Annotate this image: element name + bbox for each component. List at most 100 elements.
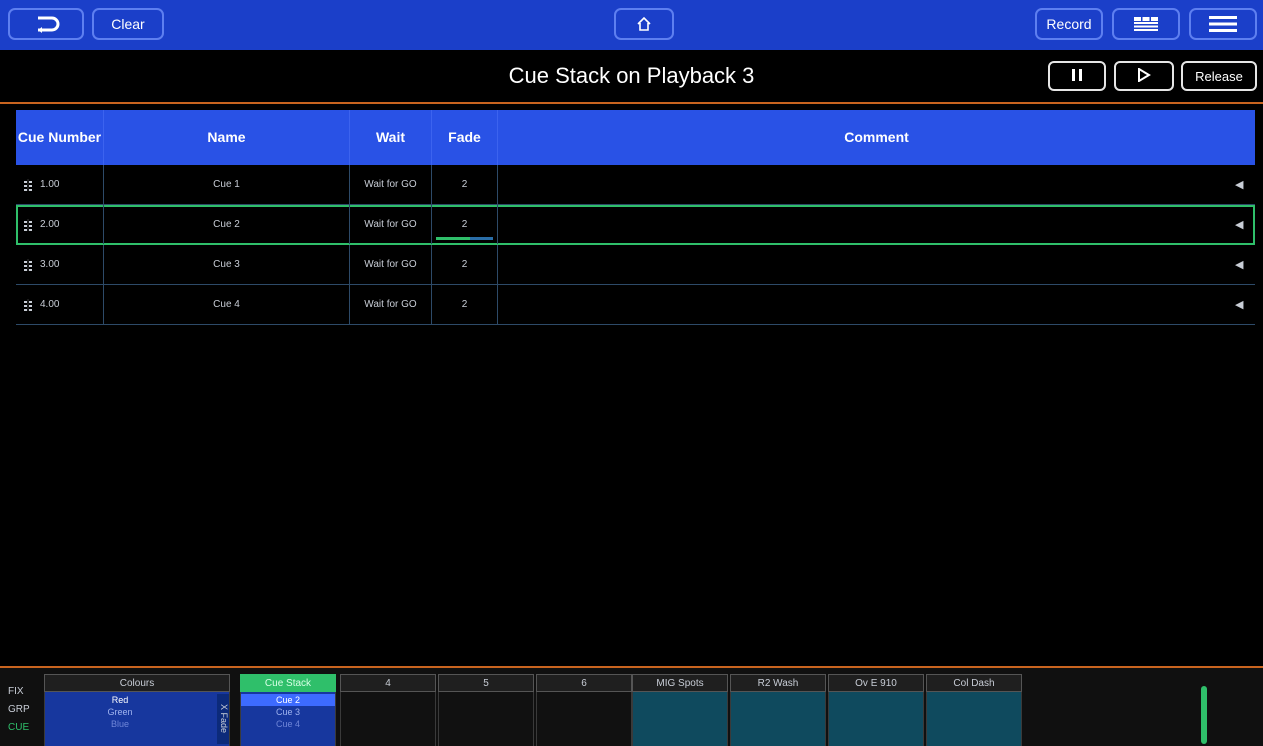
cue-comment-cell[interactable] — [498, 245, 1255, 284]
playback-body[interactable] — [340, 692, 436, 746]
cue-number-cell[interactable]: 3.00 — [16, 245, 104, 284]
cue-number-cell[interactable]: 4.00 — [16, 285, 104, 324]
header-comment[interactable]: Comment — [498, 110, 1255, 165]
grp-label[interactable]: GRP — [8, 704, 30, 715]
cue-number: 4.00 — [40, 299, 60, 310]
table-header: Cue Number Name Wait Fade Comment — [16, 110, 1255, 165]
header-wait[interactable]: Wait — [350, 110, 432, 165]
top-toolbar: Clear Record — [0, 0, 1263, 50]
playback-label: MIG Spots — [632, 674, 728, 692]
home-button[interactable] — [614, 8, 674, 40]
playback-label: R2 Wash — [730, 674, 826, 692]
cue-fade-cell[interactable]: 2 — [432, 285, 498, 324]
cue-number: 1.00 — [40, 179, 60, 190]
speaker-icon[interactable]: ◀︎ — [1235, 298, 1247, 311]
fix-label[interactable]: FIX — [8, 686, 24, 697]
playback-col-dash[interactable]: Col Dash — [926, 674, 1022, 746]
playback-mig-spots[interactable]: MIG Spots — [632, 674, 728, 746]
cue-number-cell[interactable]: 2.00 — [16, 205, 104, 244]
cue-wait-cell[interactable]: Wait for GO — [350, 245, 432, 284]
title-bar: Cue Stack on Playback 3 Release — [0, 50, 1263, 104]
cue-fade-cell[interactable]: 2 — [432, 205, 498, 244]
table-row[interactable]: 3.00 Cue 3 Wait for GO 2 ◀︎ — [16, 245, 1255, 285]
record-label: Record — [1046, 16, 1092, 32]
playback-label: 5 — [438, 674, 534, 692]
hamburger-icon — [1209, 15, 1237, 33]
cue-number: 3.00 — [40, 259, 60, 270]
cue-name-cell[interactable]: Cue 1 — [104, 165, 350, 204]
cue-number-cell[interactable]: 1.00 — [16, 165, 104, 204]
xfade-label[interactable]: X Fade — [217, 694, 229, 744]
playback-item[interactable]: Cue 4 — [241, 718, 335, 730]
cue-label[interactable]: CUE — [8, 722, 29, 733]
playback-list[interactable]: Red Green Blue X Fade — [44, 692, 230, 746]
playback-item[interactable]: Green — [45, 706, 195, 718]
playback-label: 4 — [340, 674, 436, 692]
cue-table: Cue Number Name Wait Fade Comment 1.00 C… — [16, 110, 1255, 325]
speaker-icon[interactable]: ◀︎ — [1235, 218, 1247, 231]
playback-5[interactable]: 5 — [438, 674, 534, 746]
speaker-icon[interactable]: ◀︎ — [1235, 178, 1247, 191]
playback-body[interactable] — [828, 692, 924, 746]
cue-wait-cell[interactable]: Wait for GO — [350, 205, 432, 244]
playback-body[interactable] — [730, 692, 826, 746]
cue-comment-cell[interactable] — [498, 285, 1255, 324]
play-icon — [1137, 66, 1151, 85]
playback-colours[interactable]: Colours Red Green Blue X Fade — [44, 674, 230, 746]
drag-handle-icon[interactable] — [24, 298, 32, 311]
playback-item[interactable]: Red — [45, 694, 195, 706]
menu-button[interactable] — [1189, 8, 1257, 40]
playback-body[interactable] — [438, 692, 534, 746]
clear-label: Clear — [111, 16, 145, 32]
cue-wait-cell[interactable]: Wait for GO — [350, 285, 432, 324]
back-button[interactable] — [8, 8, 84, 40]
header-fade[interactable]: Fade — [432, 110, 498, 165]
playback-r2-wash[interactable]: R2 Wash — [730, 674, 826, 746]
cue-name-cell[interactable]: Cue 3 — [104, 245, 350, 284]
playback-label: Ov E 910 — [828, 674, 924, 692]
playback-label: Cue Stack — [240, 674, 336, 692]
layout-icon — [1133, 16, 1159, 32]
table-row[interactable]: 1.00 Cue 1 Wait for GO 2 ◀︎ — [16, 165, 1255, 205]
playback-label: Colours — [44, 674, 230, 692]
playback-item[interactable]: Cue 2 — [241, 694, 335, 706]
playback-body[interactable] — [632, 692, 728, 746]
header-name[interactable]: Name — [104, 110, 350, 165]
table-row-selected[interactable]: 2.00 Cue 2 Wait for GO 2 ◀︎ — [16, 205, 1255, 245]
cue-fade-cell[interactable]: 2 — [432, 245, 498, 284]
back-arrow-icon — [32, 15, 60, 33]
fade-progress-bar — [436, 237, 493, 240]
playback-4[interactable]: 4 — [340, 674, 436, 746]
record-button[interactable]: Record — [1035, 8, 1103, 40]
playback-6[interactable]: 6 — [536, 674, 632, 746]
speaker-icon[interactable]: ◀︎ — [1235, 258, 1247, 271]
level-meter — [1201, 686, 1207, 744]
drag-handle-icon[interactable] — [24, 178, 32, 191]
table-row[interactable]: 4.00 Cue 4 Wait for GO 2 ◀︎ — [16, 285, 1255, 325]
playback-ov-e910[interactable]: Ov E 910 — [828, 674, 924, 746]
play-button[interactable] — [1114, 61, 1174, 91]
playback-item[interactable]: Cue 3 — [241, 706, 335, 718]
cue-comment-cell[interactable] — [498, 205, 1255, 244]
cue-comment-cell[interactable] — [498, 165, 1255, 204]
cue-name-cell[interactable]: Cue 4 — [104, 285, 350, 324]
playback-label: Col Dash — [926, 674, 1022, 692]
cue-wait-cell[interactable]: Wait for GO — [350, 165, 432, 204]
drag-handle-icon[interactable] — [24, 218, 32, 231]
layout-button[interactable] — [1112, 8, 1180, 40]
cue-name-cell[interactable]: Cue 2 — [104, 205, 350, 244]
playback-body[interactable] — [926, 692, 1022, 746]
playback-body[interactable] — [536, 692, 632, 746]
pause-button[interactable] — [1048, 61, 1106, 91]
playback-list[interactable]: Cue 2 Cue 3 Cue 4 — [240, 692, 336, 746]
playback-cue-stack[interactable]: Cue Stack Cue 2 Cue 3 Cue 4 — [240, 674, 336, 746]
release-label: Release — [1195, 68, 1243, 84]
cue-number: 2.00 — [40, 219, 60, 230]
cue-fade-cell[interactable]: 2 — [432, 165, 498, 204]
playback-item[interactable]: Blue — [45, 718, 195, 730]
release-button[interactable]: Release — [1181, 61, 1257, 91]
pause-icon — [1071, 68, 1083, 85]
clear-button[interactable]: Clear — [92, 8, 164, 40]
drag-handle-icon[interactable] — [24, 258, 32, 271]
header-cue-number[interactable]: Cue Number — [16, 110, 104, 165]
